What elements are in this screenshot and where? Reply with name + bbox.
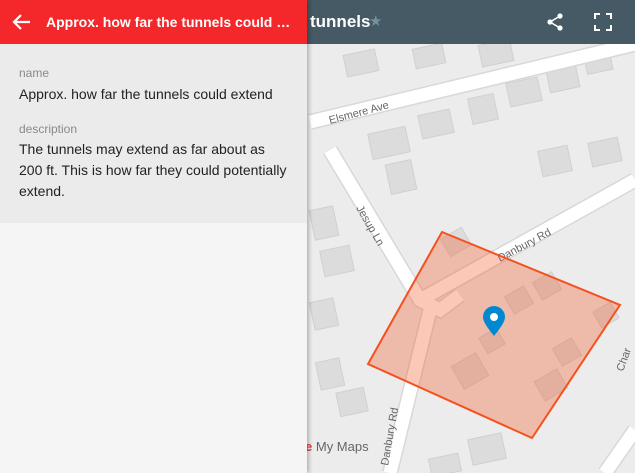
description-label: description xyxy=(19,122,78,136)
feature-attributes: name Approx. how far the tunnels could e… xyxy=(0,44,307,223)
map-title: tunnels xyxy=(310,12,371,31)
map-attribution[interactable]: e My Maps xyxy=(305,439,369,454)
fullscreen-icon[interactable] xyxy=(591,10,615,34)
feature-details-panel: Approx. how far the tunnels could extend… xyxy=(0,0,307,473)
name-label: name xyxy=(19,66,50,80)
name-value: Approx. how far the tunnels could extend xyxy=(19,86,273,102)
star-icon[interactable]: ★ xyxy=(369,12,382,30)
attribution-text: My Maps xyxy=(315,439,369,454)
panel-header: Approx. how far the tunnels could extend xyxy=(0,0,307,44)
back-arrow-icon[interactable] xyxy=(10,10,34,34)
share-icon[interactable] xyxy=(543,10,567,34)
description-value: The tunnels may extend as far about as 2… xyxy=(19,141,287,199)
panel-title: Approx. how far the tunnels could extend xyxy=(46,14,298,30)
